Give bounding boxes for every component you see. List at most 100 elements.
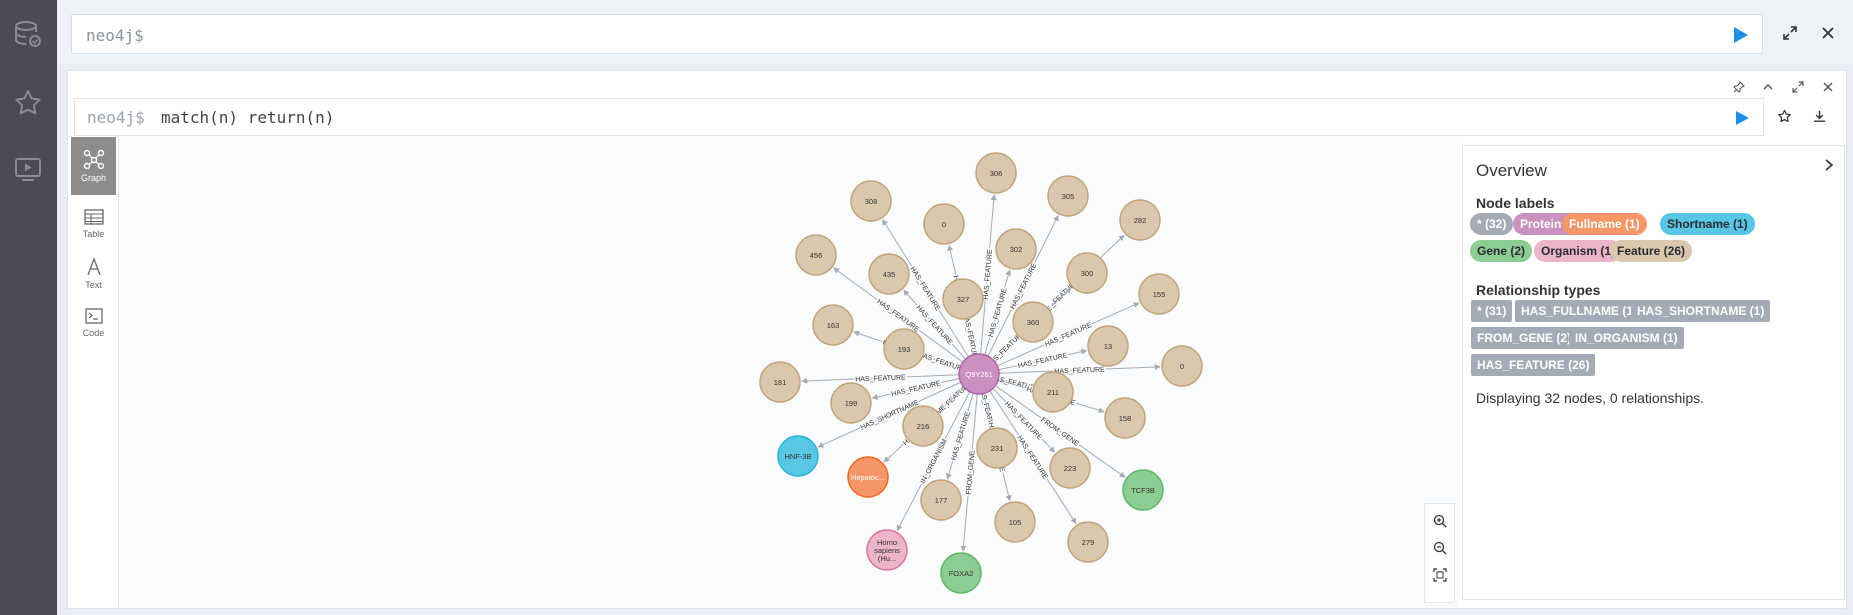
rel-type-pill[interactable]: HAS_FEATURE (26)	[1471, 354, 1596, 376]
graph-node-feature[interactable]: 181	[759, 361, 801, 403]
relationship-label: HAS_FEATURE	[988, 287, 1009, 338]
graph-node-shortname[interactable]: HNF-3B	[777, 435, 819, 477]
node-label-pill[interactable]: Feature (26)	[1610, 240, 1693, 262]
view-graph[interactable]: Graph	[71, 137, 116, 195]
relationship-label: FROM_GENE	[966, 450, 977, 495]
relationship-label: HAS_FEATURE	[891, 380, 942, 398]
relationship-label: HAS_FEATURE	[908, 266, 941, 313]
graph-node-feature[interactable]: 300	[1066, 252, 1108, 294]
graph-node-gene[interactable]: TCF3B	[1122, 469, 1164, 511]
graph-node-feature[interactable]: 302	[995, 228, 1037, 270]
favorite-icon[interactable]	[1773, 105, 1795, 127]
graph-node-feature[interactable]: 13	[1087, 325, 1129, 367]
graph-node-label: FOXA2	[949, 569, 974, 578]
view-text-label: Text	[85, 280, 102, 290]
graph-node-organism[interactable]: Homosapiens(Hu...	[866, 529, 908, 571]
node-label-pill[interactable]: * (32)	[1470, 213, 1514, 235]
text-icon	[86, 258, 101, 276]
graph-node-feature[interactable]: 163	[812, 304, 854, 346]
play-guide-icon[interactable]	[12, 153, 44, 185]
graph-node-feature[interactable]: 155	[1138, 273, 1180, 315]
node-label-pill[interactable]: Shortname (1)	[1660, 213, 1755, 235]
table-icon	[83, 209, 104, 225]
graph-node-label: (Hu...	[878, 554, 896, 563]
fit-icon[interactable]	[1429, 564, 1451, 586]
graph-node-gene[interactable]: FOXA2	[940, 552, 982, 594]
graph-node-feature[interactable]: 193	[883, 328, 925, 370]
graph-node-feature[interactable]: 158	[1104, 397, 1146, 439]
download-icon[interactable]	[1808, 105, 1830, 127]
graph-node-feature[interactable]: 305	[1047, 175, 1089, 217]
graph-icon	[83, 149, 104, 169]
command-editor[interactable]: neo4j$	[71, 14, 1763, 54]
frame-query[interactable]: match(n) return(n)	[161, 108, 334, 127]
zoom-out-icon[interactable]	[1429, 537, 1451, 559]
graph-node-feature[interactable]: 231	[976, 427, 1018, 469]
node-label-pill[interactable]: Organism (1)	[1534, 240, 1623, 262]
graph-node-protein[interactable]: Q9Y261	[958, 353, 1000, 395]
graph-node-label: 181	[774, 378, 787, 387]
chevron-right-icon[interactable]	[1824, 158, 1834, 176]
star-icon[interactable]	[12, 87, 44, 119]
graph-node-label: 279	[1082, 538, 1095, 547]
graph-node-feature[interactable]: 0	[923, 203, 965, 245]
graph-node-feature[interactable]: 177	[920, 479, 962, 521]
run-icon[interactable]	[1730, 25, 1750, 45]
node-label-pill[interactable]: Fullname (1)	[1562, 213, 1647, 235]
graph-node-label: 158	[1119, 414, 1132, 423]
graph-node-feature[interactable]: 306	[975, 152, 1017, 194]
graph-node-feature[interactable]: 308	[850, 180, 892, 222]
graph-node-feature[interactable]: 223	[1049, 447, 1091, 489]
collapse-icon[interactable]	[1758, 77, 1778, 97]
database-icon[interactable]	[12, 18, 44, 50]
view-table-label: Table	[82, 229, 105, 239]
rel-types-heading: Relationship types	[1476, 282, 1601, 298]
graph-node-feature[interactable]: 0	[1161, 345, 1203, 387]
graph-node-feature[interactable]: 282	[1119, 199, 1161, 241]
graph-node-feature[interactable]: 435	[868, 253, 910, 295]
frame-query-editor[interactable]: neo4j$ match(n) return(n)	[74, 98, 1764, 136]
graph-node-feature[interactable]: 199	[830, 382, 872, 424]
graph-node-label: 199	[845, 399, 858, 408]
overview-panel: Overview Node labels * (32) Protein (1) Fu…	[1462, 145, 1845, 600]
expand-icon[interactable]	[1788, 77, 1808, 97]
graph-node-feature[interactable]: 360	[1012, 301, 1054, 343]
command-bar: neo4j$	[57, 0, 1853, 64]
close-frame-icon[interactable]	[1818, 77, 1838, 97]
graph-node-label: 155	[1153, 290, 1166, 299]
graph-node-feature[interactable]: 216	[902, 405, 944, 447]
rerun-icon[interactable]	[1733, 109, 1751, 127]
graph-node-label: 306	[990, 169, 1003, 178]
view-code[interactable]: Code	[71, 294, 116, 352]
graph-node-feature[interactable]: 279	[1067, 521, 1109, 563]
graph-node-label: 305	[1062, 192, 1075, 201]
rel-type-pill[interactable]: * (31)	[1471, 300, 1513, 322]
zoom-in-icon[interactable]	[1429, 510, 1451, 532]
zoom-controls	[1424, 503, 1455, 603]
graph-node-label: 163	[827, 321, 840, 330]
graph-canvas[interactable]: HAS_FEATURE HAS_FEATURE HAS_FEATURE HAS_FEA…	[119, 137, 1459, 608]
rel-type-pill[interactable]: HAS_SHORTNAME (1)	[1631, 300, 1771, 322]
graph-node-fullname[interactable]: Hepatoc...	[847, 456, 889, 498]
graph-node-label: 435	[883, 270, 896, 279]
rel-type-pill[interactable]: FROM_GENE (2)	[1471, 327, 1578, 349]
graph-node-feature[interactable]: 456	[795, 234, 837, 276]
code-icon	[84, 308, 103, 324]
graph-node-label: 302	[1010, 245, 1023, 254]
graph-node-label: 105	[1009, 518, 1022, 527]
graph-node-feature[interactable]: 211	[1032, 371, 1074, 413]
graph-svg[interactable]: HAS_FEATURE HAS_FEATURE HAS_FEATUREHAS_FEA…	[119, 137, 1459, 608]
rel-type-pill[interactable]: IN_ORGANISM (1)	[1569, 327, 1684, 349]
node-label-pill[interactable]: Gene (2)	[1470, 240, 1533, 262]
graph-node-feature[interactable]: 105	[994, 501, 1036, 543]
graph-node-label: 193	[898, 345, 911, 354]
fullscreen-icon[interactable]	[1779, 22, 1801, 44]
close-icon[interactable]	[1817, 22, 1839, 44]
rel-type-pill[interactable]: HAS_FULLNAME (1)	[1515, 300, 1643, 322]
relationship-label: HAS_FEATURE	[983, 249, 994, 300]
command-prompt: neo4j$	[86, 26, 144, 45]
app-sidebar	[0, 0, 57, 615]
node-labels-heading: Node labels	[1476, 195, 1555, 211]
graph-node-feature[interactable]: 327	[942, 278, 984, 320]
pin-icon[interactable]	[1729, 77, 1749, 97]
